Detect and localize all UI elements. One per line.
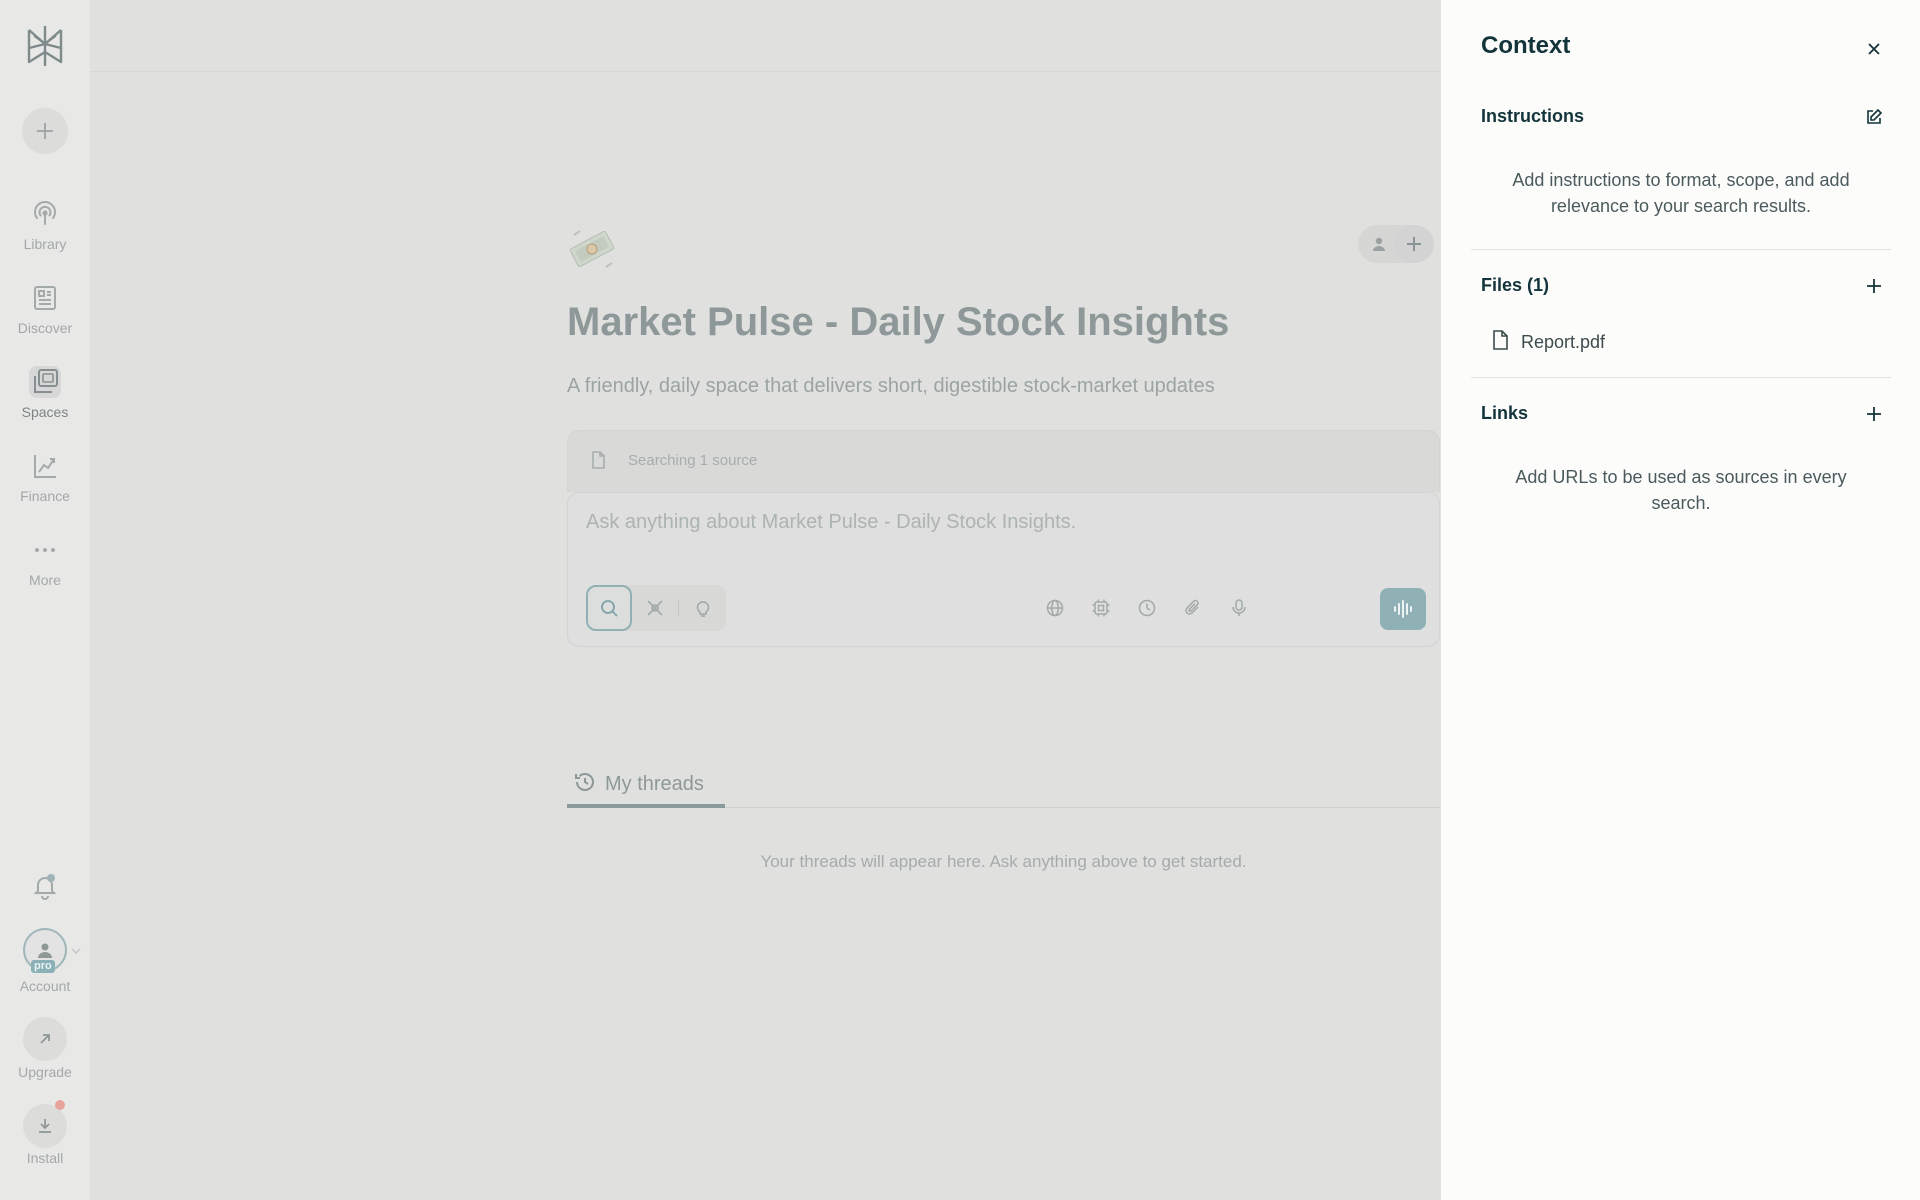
- search-mode-group: [586, 585, 726, 631]
- logo-icon[interactable]: [22, 22, 68, 70]
- user-icon: [38, 943, 52, 958]
- user-icon[interactable]: [1370, 235, 1388, 258]
- download-icon: [39, 1119, 51, 1133]
- plus-icon: [1867, 407, 1881, 421]
- upgrade-button[interactable]: [23, 1017, 67, 1061]
- sidebar-item-label: Spaces: [21, 404, 69, 420]
- dictation-button[interactable]: [1224, 593, 1254, 623]
- chevron-down-icon[interactable]: [71, 942, 81, 960]
- links-hint: Add URLs to be used as sources in every …: [1515, 467, 1847, 513]
- install-label: Install: [26, 1150, 64, 1166]
- bell-icon: [33, 877, 57, 900]
- tab-my-threads[interactable]: My threads: [567, 764, 725, 808]
- paperclip-icon: [1185, 599, 1199, 615]
- sidebar-item-label: More: [29, 572, 61, 588]
- space-description: A friendly, daily space that delivers sh…: [567, 375, 1215, 397]
- discover-icon: [29, 282, 61, 314]
- links-title: Links: [1481, 403, 1529, 423]
- install-notification-dot: [55, 1100, 65, 1110]
- ask-input[interactable]: [586, 511, 1406, 534]
- close-icon: [1868, 43, 1880, 55]
- account-label[interactable]: Account: [0, 978, 90, 994]
- panel-title: Context: [1481, 32, 1571, 59]
- sources-bar[interactable]: Searching 1 source: [567, 430, 1440, 492]
- context-panel: Context Instructions Add instructions to…: [1440, 0, 1920, 1200]
- ask-box: [567, 492, 1440, 647]
- plus-icon: [37, 123, 53, 139]
- cpu-icon: [1092, 599, 1110, 617]
- upgrade-label: Upgrade: [18, 1064, 72, 1080]
- voice-mode-button[interactable]: [1380, 588, 1426, 630]
- search-mode-button[interactable]: [586, 585, 632, 631]
- tab-label: My threads: [605, 772, 704, 795]
- research-mode-button[interactable]: [632, 585, 678, 631]
- install-button[interactable]: [23, 1104, 67, 1148]
- mode-divider: [678, 599, 679, 617]
- add-link-button[interactable]: [1859, 399, 1889, 429]
- sidebar-item-label: Finance: [20, 488, 70, 504]
- add-file-button[interactable]: [1859, 271, 1889, 301]
- soundwave-icon: [1394, 600, 1412, 618]
- threads-empty-message: Your threads will appear here. Ask anyth…: [760, 852, 1247, 871]
- attach-button[interactable]: [1178, 593, 1208, 623]
- web-source-button[interactable]: [1040, 593, 1070, 623]
- pro-badge: pro: [31, 960, 55, 973]
- sidebar-item-label: Library: [23, 236, 67, 252]
- sidebar-item-library[interactable]: Library: [0, 198, 90, 252]
- research-icon: [647, 600, 663, 616]
- space-actions: [1358, 225, 1434, 263]
- money-emoji-icon[interactable]: [568, 227, 616, 271]
- model-button[interactable]: [1086, 593, 1116, 623]
- left-rail: Library Discover Spaces Finance More pro…: [0, 0, 90, 1200]
- labs-mode-button[interactable]: [680, 585, 726, 631]
- top-bar: [90, 0, 1440, 72]
- divider: [1471, 377, 1891, 378]
- files-title: Files (1): [1481, 275, 1550, 295]
- divider: [1471, 249, 1891, 250]
- sidebar-item-label: Discover: [17, 320, 73, 336]
- edit-instructions-button[interactable]: [1859, 102, 1889, 132]
- document-icon: [590, 451, 606, 474]
- space-main: Market Pulse - Daily Stock Insights A fr…: [90, 72, 1440, 1200]
- new-thread-button[interactable]: [22, 108, 68, 154]
- globe-icon: [1046, 599, 1064, 617]
- finance-icon: [29, 450, 61, 482]
- search-icon: [601, 600, 618, 617]
- notification-dot: [47, 874, 55, 882]
- edit-icon: [1867, 108, 1883, 124]
- spaces-icon: [29, 366, 61, 398]
- microphone-icon: [1232, 599, 1246, 616]
- space-title: Market Pulse - Daily Stock Insights: [567, 300, 1230, 344]
- clock-icon: [1138, 599, 1156, 617]
- file-item[interactable]: Report.pdf: [1491, 328, 1605, 356]
- file-name: Report.pdf: [1521, 331, 1606, 352]
- notifications-button[interactable]: [29, 870, 61, 902]
- threads-tabs: My threads: [567, 764, 1440, 808]
- plus-icon: [1867, 279, 1881, 293]
- sources-status: Searching 1 source: [628, 452, 758, 469]
- history-icon: [573, 770, 597, 799]
- file-icon: [1491, 329, 1509, 355]
- close-button[interactable]: [1859, 34, 1889, 64]
- sidebar-item-spaces[interactable]: Spaces: [0, 366, 90, 420]
- add-button[interactable]: [1394, 225, 1434, 263]
- instructions-title: Instructions: [1481, 106, 1585, 126]
- more-icon: [29, 534, 61, 566]
- instructions-hint: Add instructions to format, scope, and a…: [1512, 170, 1850, 216]
- arrow-up-right-icon: [40, 1034, 50, 1044]
- lightbulb-icon: [696, 601, 710, 617]
- sidebar-item-discover[interactable]: Discover: [0, 282, 90, 336]
- sidebar-item-more[interactable]: More: [0, 534, 90, 588]
- plus-icon: [1407, 237, 1421, 251]
- library-icon: [29, 198, 61, 230]
- history-button[interactable]: [1132, 593, 1162, 623]
- sidebar-item-finance[interactable]: Finance: [0, 450, 90, 504]
